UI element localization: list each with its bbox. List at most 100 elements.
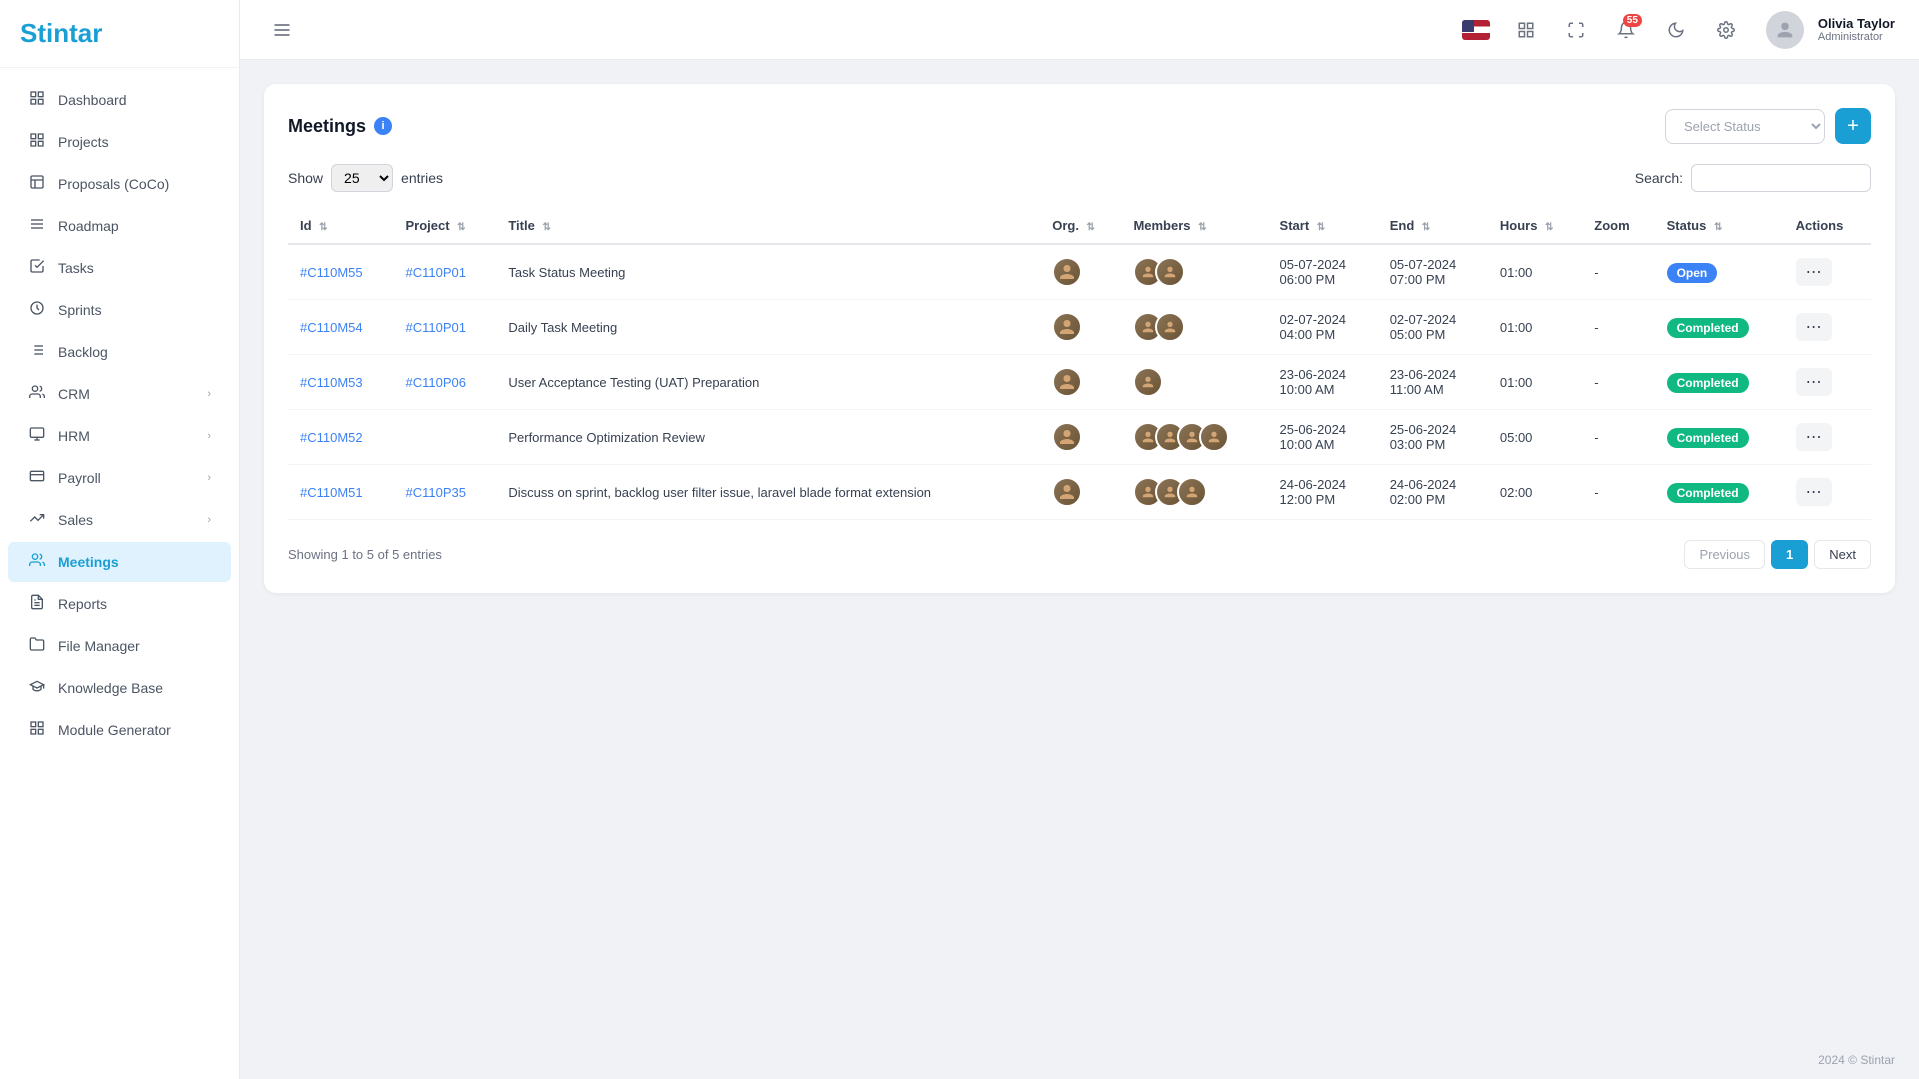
- sidebar-item-roadmap[interactable]: Roadmap: [8, 206, 231, 246]
- entries-per-page-select[interactable]: 25 10 50 100: [331, 164, 393, 192]
- cell-zoom: -: [1582, 410, 1654, 465]
- backlog-icon: [28, 342, 46, 362]
- col-title[interactable]: Title ⇅: [496, 208, 1040, 244]
- sidebar-item-file-manager[interactable]: File Manager: [8, 626, 231, 666]
- cell-actions: ⋯: [1784, 355, 1871, 410]
- sidebar-item-projects[interactable]: Projects: [8, 122, 231, 162]
- add-meeting-button[interactable]: +: [1835, 108, 1871, 144]
- col-members[interactable]: Members ⇅: [1121, 208, 1267, 244]
- status-filter-select[interactable]: Select Status Open Completed: [1665, 109, 1825, 144]
- meeting-id-link[interactable]: #C110M53: [300, 375, 363, 390]
- meeting-id-link[interactable]: #C110M54: [300, 320, 363, 335]
- entries-label: entries: [401, 170, 443, 186]
- col-zoom: Zoom: [1582, 208, 1654, 244]
- col-org[interactable]: Org. ⇅: [1040, 208, 1121, 244]
- expand-icon[interactable]: [1558, 12, 1594, 48]
- cell-start: 05-07-202406:00 PM: [1268, 244, 1378, 300]
- sidebar-item-reports[interactable]: Reports: [8, 584, 231, 624]
- sidebar-item-label: Knowledge Base: [58, 680, 163, 696]
- page-1-button[interactable]: 1: [1771, 540, 1808, 569]
- dashboard-icon: [28, 90, 46, 110]
- avatar: [1766, 11, 1804, 49]
- next-page-button[interactable]: Next: [1814, 540, 1871, 569]
- table-row: #C110M53 #C110P06 User Acceptance Testin…: [288, 355, 1871, 410]
- actions-button[interactable]: ⋯: [1796, 258, 1832, 286]
- notification-bell-icon[interactable]: 55: [1608, 12, 1644, 48]
- cell-members: [1121, 355, 1267, 410]
- sidebar-item-knowledge-base[interactable]: Knowledge Base: [8, 668, 231, 708]
- cell-project: #C110P01: [393, 300, 496, 355]
- project-link[interactable]: #C110P35: [405, 485, 465, 500]
- meeting-id-link[interactable]: #C110M55: [300, 265, 363, 280]
- sidebar-item-backlog[interactable]: Backlog: [8, 332, 231, 372]
- file-manager-icon: [28, 636, 46, 656]
- cell-zoom: -: [1582, 355, 1654, 410]
- card-actions: Select Status Open Completed +: [1665, 108, 1871, 144]
- table-row: #C110M54 #C110P01 Daily Task Meeting 02-…: [288, 300, 1871, 355]
- cell-id: #C110M53: [288, 355, 393, 410]
- cell-actions: ⋯: [1784, 300, 1871, 355]
- project-link[interactable]: #C110P01: [405, 320, 465, 335]
- sidebar-item-crm[interactable]: CRM ›: [8, 374, 231, 414]
- cell-hours: 01:00: [1488, 244, 1582, 300]
- sidebar-item-payroll[interactable]: Payroll ›: [8, 458, 231, 498]
- show-entries: Show 25 10 50 100 entries: [288, 164, 443, 192]
- col-end[interactable]: End ⇅: [1378, 208, 1488, 244]
- col-project[interactable]: Project ⇅: [393, 208, 496, 244]
- actions-button[interactable]: ⋯: [1796, 423, 1832, 451]
- cell-status: Completed: [1655, 300, 1784, 355]
- cell-id: #C110M51: [288, 465, 393, 520]
- project-link[interactable]: #C110P01: [405, 265, 465, 280]
- col-status[interactable]: Status ⇅: [1655, 208, 1784, 244]
- module-generator-icon: [28, 720, 46, 740]
- footer-text: 2024 © Stintar: [1818, 1053, 1895, 1067]
- cell-end: 23-06-202411:00 AM: [1378, 355, 1488, 410]
- notification-badge: 55: [1623, 14, 1642, 27]
- col-start[interactable]: Start ⇅: [1268, 208, 1378, 244]
- menu-toggle-button[interactable]: [264, 12, 300, 48]
- settings-icon[interactable]: [1708, 12, 1744, 48]
- cell-start: 24-06-202412:00 PM: [1268, 465, 1378, 520]
- meeting-id-link[interactable]: #C110M52: [300, 430, 363, 445]
- apps-icon[interactable]: [1508, 12, 1544, 48]
- actions-button[interactable]: ⋯: [1796, 313, 1832, 341]
- sidebar-item-label: File Manager: [58, 638, 140, 654]
- sidebar-item-hrm[interactable]: HRM ›: [8, 416, 231, 456]
- col-actions: Actions: [1784, 208, 1871, 244]
- cell-start: 02-07-202404:00 PM: [1268, 300, 1378, 355]
- meeting-id-link[interactable]: #C110M51: [300, 485, 363, 500]
- prev-page-button[interactable]: Previous: [1684, 540, 1765, 569]
- chevron-right-icon: ›: [207, 472, 211, 484]
- sidebar-item-sales[interactable]: Sales ›: [8, 500, 231, 540]
- pagination-controls: Previous 1 Next: [1684, 540, 1871, 569]
- knowledge-base-icon: [28, 678, 46, 698]
- sidebar-item-label: Sprints: [58, 302, 102, 318]
- sidebar-item-proposals[interactable]: Proposals (CoCo): [8, 164, 231, 204]
- tasks-icon: [28, 258, 46, 278]
- logo: Stintar: [20, 18, 102, 48]
- sidebar-item-sprints[interactable]: Sprints: [8, 290, 231, 330]
- dark-mode-icon[interactable]: [1658, 12, 1694, 48]
- cell-actions: ⋯: [1784, 410, 1871, 465]
- user-profile[interactable]: Olivia Taylor Administrator: [1766, 11, 1895, 49]
- cell-title: Task Status Meeting: [496, 244, 1040, 300]
- col-hours[interactable]: Hours ⇅: [1488, 208, 1582, 244]
- sidebar-item-dashboard[interactable]: Dashboard: [8, 80, 231, 120]
- search-input[interactable]: [1691, 164, 1871, 192]
- sidebar-item-tasks[interactable]: Tasks: [8, 248, 231, 288]
- sidebar-item-module-generator[interactable]: Module Generator: [8, 710, 231, 750]
- col-id[interactable]: Id ⇅: [288, 208, 393, 244]
- cell-end: 25-06-202403:00 PM: [1378, 410, 1488, 465]
- actions-button[interactable]: ⋯: [1796, 478, 1832, 506]
- cell-org: [1040, 465, 1121, 520]
- cell-title: Discuss on sprint, backlog user filter i…: [496, 465, 1040, 520]
- project-link[interactable]: #C110P06: [405, 375, 465, 390]
- flag-icon[interactable]: [1458, 12, 1494, 48]
- sidebar-item-label: CRM: [58, 386, 90, 402]
- actions-button[interactable]: ⋯: [1796, 368, 1832, 396]
- cell-end: 24-06-202402:00 PM: [1378, 465, 1488, 520]
- sales-icon: [28, 510, 46, 530]
- sidebar-item-meetings[interactable]: Meetings: [8, 542, 231, 582]
- sidebar-item-label: Meetings: [58, 554, 119, 570]
- search-box: Search:: [1635, 164, 1871, 192]
